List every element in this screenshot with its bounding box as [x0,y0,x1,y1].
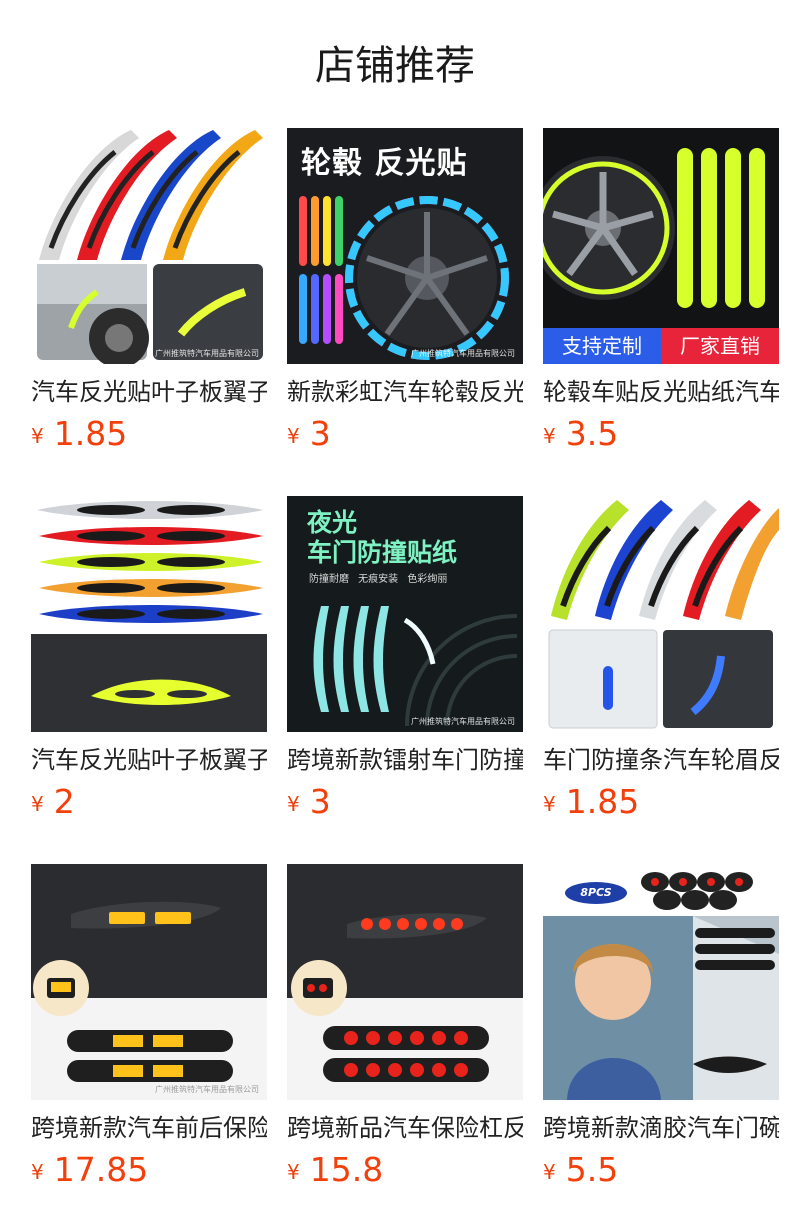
product-name[interactable]: 轮毂车贴反光贴纸汽车轮眉贴 [543,376,779,408]
product-card[interactable]: 跨境新品汽车保险杠反光警示贴 ¥15.8 [287,864,523,1196]
product-price: ¥15.8 [287,1150,523,1196]
product-card[interactable]: 轮毂 反光贴 广州推筑特汽车用品有限公司 新款彩虹汽车轮毂反光贴 ¥3 [287,128,523,460]
currency-symbol: ¥ [31,424,44,448]
promo-badge-strip: 支持定制 厂家直销 [543,328,779,364]
price-value: 17.85 [53,1150,149,1189]
product-price: ¥5.5 [543,1150,779,1196]
currency-symbol: ¥ [31,792,44,816]
custom-badge: 支持定制 [543,328,661,364]
door-guard-picture [543,496,779,732]
product-name[interactable]: 跨境新款汽车前后保险杠反光贴 [31,1112,267,1144]
image-overlay-title: 夜光 车门防撞贴纸 [307,508,457,568]
product-card[interactable]: 车门防撞条汽车轮眉反光贴 ¥1.85 [543,496,779,828]
product-card[interactable]: 8PCS 跨境新款滴胶汽车门碗门把手贴 ¥5.5 [543,864,779,1196]
product-name[interactable]: 跨境新款滴胶汽车门碗门把手贴 [543,1112,779,1144]
product-image-door-handle-stickers[interactable]: 8PCS [543,864,779,1100]
price-value: 3.5 [565,414,619,453]
currency-symbol: ¥ [543,424,556,448]
factory-badge: 厂家直销 [661,328,779,364]
currency-symbol: ¥ [287,792,300,816]
product-price: ¥3 [287,414,523,460]
product-image-bumper-reflectors-red[interactable] [287,864,523,1100]
page-title: 店铺推荐 [315,43,475,89]
price-value: 3 [309,782,331,821]
product-image-reflective-fender-stickers[interactable]: 广州推筑特汽车用品有限公司 [31,128,267,364]
product-card[interactable]: 广州推筑特汽车用品有限公司 汽车反光贴叶子板翼子板车身划痕贴 ¥1.85 [31,128,267,460]
product-price: ¥2 [31,782,267,828]
reflective-stickers-picture [31,128,267,364]
shop-recommend-page: 店铺推荐 广州推筑特汽车用品有限公司 汽车反光贴叶子板翼子 ¥ 1.85 轮毂 … [0,0,790,1232]
price-value: 5.5 [565,1150,619,1189]
product-card[interactable]: 夜光 车门防撞贴纸 防撞耐磨 无痕安装 色彩绚丽 广州推筑特汽车用品有限公司 跨… [287,496,523,828]
product-price: ¥1.85 [543,782,779,828]
currency-symbol: ¥ [287,424,300,448]
bumper-red-picture [287,864,523,1100]
bumper-yellow-picture [31,864,267,1100]
fender-decor-picture [31,496,267,732]
image-watermark: 广州推筑特汽车用品有限公司 [155,1085,259,1094]
currency-symbol: ¥ [543,792,556,816]
price-value: 1.85 [53,414,128,453]
product-image-fender-decor-stickers[interactable] [31,496,267,732]
product-image-bumper-reflectors-yellow[interactable]: 广州推筑特汽车用品有限公司 [31,864,267,1100]
product-price: ¥3 [287,782,523,828]
price-value: 1.85 [565,782,640,821]
product-image-night-glow-door-stickers[interactable]: 夜光 车门防撞贴纸 防撞耐磨 无痕安装 色彩绚丽 广州推筑特汽车用品有限公司 [287,496,523,732]
product-price: ¥3.5 [543,414,779,460]
price-value: 2 [53,782,75,821]
product-price: ¥17.85 [31,1150,267,1196]
night-title-line-2: 车门防撞贴纸 [307,538,458,567]
image-watermark: 广州推筑特汽车用品有限公司 [155,349,259,358]
image-watermark: 广州推筑特汽车用品有限公司 [411,349,515,358]
currency-symbol: ¥ [287,1160,300,1184]
product-card[interactable]: 广州推筑特汽车用品有限公司 跨境新款汽车前后保险杠反光贴 ¥17.85 [31,864,267,1196]
product-card[interactable]: 支持定制 厂家直销 轮毂车贴反光贴纸汽车轮眉贴 ¥3.5 [543,128,779,460]
product-image-rainbow-wheel-stickers[interactable]: 轮毂 反光贴 广州推筑特汽车用品有限公司 [287,128,523,364]
currency-symbol: ¥ [543,1160,556,1184]
product-name[interactable]: 汽车反光贴叶子板翼子板装饰贴 [31,744,267,776]
product-image-sports-wheel-stickers[interactable]: 支持定制 厂家直销 [543,128,779,364]
product-name[interactable]: 汽车反光贴叶子板翼子板车身划痕贴 [31,376,267,408]
product-card[interactable]: 汽车反光贴叶子板翼子板装饰贴 ¥2 [31,496,267,828]
product-name[interactable]: 跨境新款镭射车门防撞贴纸 [287,744,523,776]
price-value: 15.8 [309,1150,384,1189]
product-name[interactable]: 车门防撞条汽车轮眉反光贴 [543,744,779,776]
product-image-door-guard-strips[interactable] [543,496,779,732]
image-overlay-subtitle: 防撞耐磨 无痕安装 色彩绚丽 [309,574,448,585]
image-watermark: 广州推筑特汽车用品有限公司 [411,717,515,726]
product-name[interactable]: 跨境新品汽车保险杠反光警示贴 [287,1112,523,1144]
product-price: ¥1.85 [31,414,267,460]
pcs-badge: 8PCS [565,882,627,904]
price-value: 3 [309,414,331,453]
product-name[interactable]: 新款彩虹汽车轮毂反光贴 [287,376,523,408]
night-title-line-1: 夜光 [307,508,358,537]
image-overlay-title: 轮毂 反光贴 [301,146,468,181]
currency-symbol: ¥ [31,1160,44,1184]
